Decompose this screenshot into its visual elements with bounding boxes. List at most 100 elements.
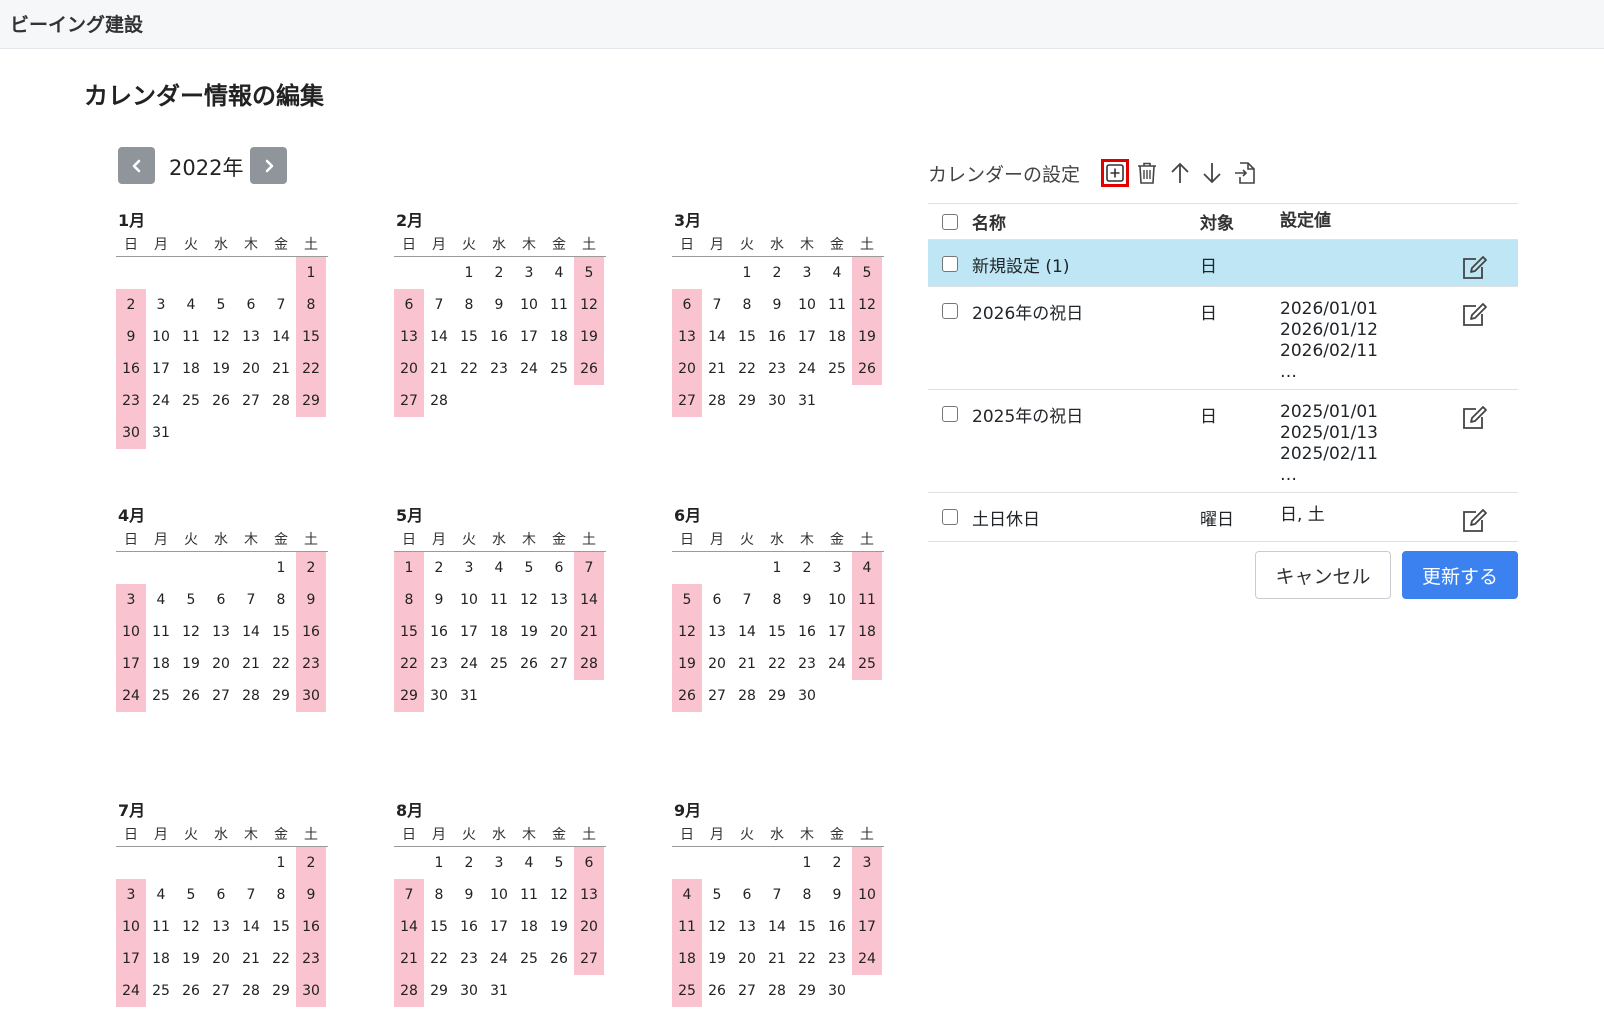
day-cell[interactable]: 18 — [544, 321, 574, 353]
day-cell[interactable]: 11 — [672, 911, 702, 943]
day-cell[interactable]: 10 — [514, 289, 544, 321]
day-cell[interactable]: 29 — [762, 680, 792, 712]
day-cell[interactable]: 17 — [514, 321, 544, 353]
day-cell[interactable]: 6 — [206, 879, 236, 911]
day-cell[interactable]: 8 — [394, 584, 424, 616]
day-cell[interactable]: 23 — [424, 648, 454, 680]
day-cell[interactable]: 4 — [514, 847, 544, 879]
day-cell[interactable]: 15 — [394, 616, 424, 648]
day-cell[interactable]: 24 — [792, 353, 822, 385]
day-cell[interactable]: 7 — [424, 289, 454, 321]
day-cell[interactable]: 4 — [852, 552, 882, 584]
day-cell[interactable]: 11 — [146, 616, 176, 648]
day-cell[interactable]: 22 — [266, 943, 296, 975]
day-cell[interactable]: 12 — [574, 289, 604, 321]
day-cell[interactable]: 2 — [454, 847, 484, 879]
day-cell[interactable]: 20 — [732, 943, 762, 975]
day-cell[interactable]: 15 — [296, 321, 326, 353]
day-cell[interactable]: 11 — [484, 584, 514, 616]
day-cell[interactable]: 22 — [732, 353, 762, 385]
day-cell[interactable]: 4 — [146, 879, 176, 911]
day-cell[interactable]: 13 — [574, 879, 604, 911]
day-cell[interactable]: 21 — [702, 353, 732, 385]
day-cell[interactable]: 30 — [296, 680, 326, 712]
day-cell[interactable]: 22 — [296, 353, 326, 385]
day-cell[interactable]: 1 — [296, 257, 326, 289]
import-button[interactable] — [1231, 159, 1259, 187]
day-cell[interactable]: 28 — [266, 385, 296, 417]
day-cell[interactable]: 3 — [484, 847, 514, 879]
day-cell[interactable]: 17 — [454, 616, 484, 648]
day-cell[interactable]: 19 — [702, 943, 732, 975]
day-cell[interactable]: 28 — [702, 385, 732, 417]
day-cell[interactable]: 2 — [296, 552, 326, 584]
day-cell[interactable]: 17 — [116, 943, 146, 975]
day-cell[interactable]: 20 — [236, 353, 266, 385]
day-cell[interactable]: 3 — [822, 552, 852, 584]
day-cell[interactable]: 20 — [702, 648, 732, 680]
day-cell[interactable]: 20 — [672, 353, 702, 385]
day-cell[interactable]: 28 — [574, 648, 604, 680]
day-cell[interactable]: 20 — [574, 911, 604, 943]
day-cell[interactable]: 7 — [236, 584, 266, 616]
day-cell[interactable]: 6 — [702, 584, 732, 616]
day-cell[interactable]: 17 — [146, 353, 176, 385]
day-cell[interactable]: 29 — [296, 385, 326, 417]
day-cell[interactable]: 15 — [762, 616, 792, 648]
day-cell[interactable]: 10 — [852, 879, 882, 911]
day-cell[interactable]: 12 — [176, 616, 206, 648]
day-cell[interactable]: 26 — [852, 353, 882, 385]
day-cell[interactable]: 13 — [544, 584, 574, 616]
day-cell[interactable]: 23 — [792, 648, 822, 680]
day-cell[interactable]: 16 — [484, 321, 514, 353]
day-cell[interactable]: 21 — [424, 353, 454, 385]
day-cell[interactable]: 18 — [822, 321, 852, 353]
day-cell[interactable]: 14 — [574, 584, 604, 616]
delete-setting-button[interactable] — [1133, 159, 1161, 187]
day-cell[interactable]: 20 — [206, 943, 236, 975]
day-cell[interactable]: 16 — [792, 616, 822, 648]
day-cell[interactable]: 23 — [116, 385, 146, 417]
day-cell[interactable]: 30 — [792, 680, 822, 712]
day-cell[interactable]: 13 — [206, 616, 236, 648]
day-cell[interactable]: 5 — [852, 257, 882, 289]
day-cell[interactable]: 3 — [454, 552, 484, 584]
day-cell[interactable]: 4 — [544, 257, 574, 289]
day-cell[interactable]: 2 — [424, 552, 454, 584]
day-cell[interactable]: 14 — [762, 911, 792, 943]
day-cell[interactable]: 5 — [574, 257, 604, 289]
day-cell[interactable]: 19 — [176, 943, 206, 975]
day-cell[interactable]: 4 — [146, 584, 176, 616]
day-cell[interactable]: 5 — [544, 847, 574, 879]
edit-button[interactable] — [1460, 301, 1488, 331]
day-cell[interactable]: 27 — [574, 943, 604, 975]
day-cell[interactable]: 24 — [484, 943, 514, 975]
day-cell[interactable]: 21 — [574, 616, 604, 648]
day-cell[interactable]: 12 — [514, 584, 544, 616]
day-cell[interactable]: 7 — [394, 879, 424, 911]
day-cell[interactable]: 26 — [206, 385, 236, 417]
day-cell[interactable]: 7 — [574, 552, 604, 584]
day-cell[interactable]: 8 — [266, 584, 296, 616]
day-cell[interactable]: 26 — [176, 975, 206, 1007]
day-cell[interactable]: 12 — [852, 289, 882, 321]
day-cell[interactable]: 3 — [116, 879, 146, 911]
day-cell[interactable]: 19 — [574, 321, 604, 353]
day-cell[interactable]: 17 — [852, 911, 882, 943]
day-cell[interactable]: 13 — [394, 321, 424, 353]
day-cell[interactable]: 8 — [296, 289, 326, 321]
day-cell[interactable]: 22 — [454, 353, 484, 385]
day-cell[interactable]: 14 — [702, 321, 732, 353]
day-cell[interactable]: 15 — [266, 911, 296, 943]
day-cell[interactable]: 31 — [792, 385, 822, 417]
move-down-button[interactable] — [1198, 159, 1226, 187]
day-cell[interactable]: 26 — [574, 353, 604, 385]
day-cell[interactable]: 21 — [266, 353, 296, 385]
day-cell[interactable]: 1 — [266, 552, 296, 584]
day-cell[interactable]: 21 — [236, 648, 266, 680]
day-cell[interactable]: 28 — [762, 975, 792, 1007]
next-year-button[interactable] — [250, 147, 287, 184]
day-cell[interactable]: 21 — [394, 943, 424, 975]
day-cell[interactable]: 18 — [146, 943, 176, 975]
row-checkbox[interactable] — [942, 303, 958, 319]
